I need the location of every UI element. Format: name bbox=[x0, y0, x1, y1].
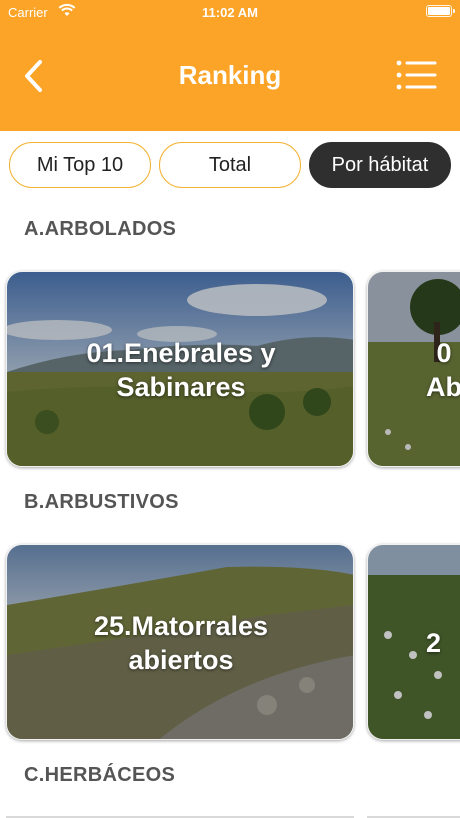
card-label: 01.Enebrales y Sabinares bbox=[86, 338, 276, 402]
segment-total[interactable]: Total bbox=[159, 142, 301, 188]
segment-mi-top-10[interactable]: Mi Top 10 bbox=[9, 142, 151, 188]
section-title-herbaceos: C.HERBÁCEOS bbox=[24, 764, 176, 786]
list-icon[interactable] bbox=[394, 58, 438, 92]
segment-por-habitat[interactable]: Por hábitat bbox=[309, 142, 451, 188]
status-time: 11:02 AM bbox=[202, 5, 258, 20]
card-label: 0 Ab bbox=[426, 338, 460, 402]
section-title-arbustivos: B.ARBUSTIVOS bbox=[24, 491, 179, 513]
card-label: 2 bbox=[426, 628, 442, 658]
filter-segmented-control: Mi Top 10 Total Por hábitat bbox=[0, 142, 460, 188]
habitat-card-next[interactable]: 0 Ab bbox=[367, 271, 460, 467]
page-title: Ranking bbox=[178, 60, 282, 90]
card-top-edge bbox=[6, 816, 460, 818]
habitat-card-matorrales[interactable]: 25.Matorrales abiertos bbox=[6, 544, 354, 740]
status-bar: Carrier 11:02 AM bbox=[0, 0, 460, 24]
habitat-card-next-b[interactable]: 2 bbox=[367, 544, 460, 740]
card-label: 25.Matorrales abiertos bbox=[93, 611, 269, 675]
nav-header: Carrier 11:02 AM Ranking bbox=[0, 0, 460, 131]
habitat-card-enebrales[interactable]: 01.Enebrales y Sabinares bbox=[6, 271, 354, 467]
battery-icon bbox=[426, 5, 455, 17]
section-title-arbolados: A.ARBOLADOS bbox=[24, 218, 177, 240]
